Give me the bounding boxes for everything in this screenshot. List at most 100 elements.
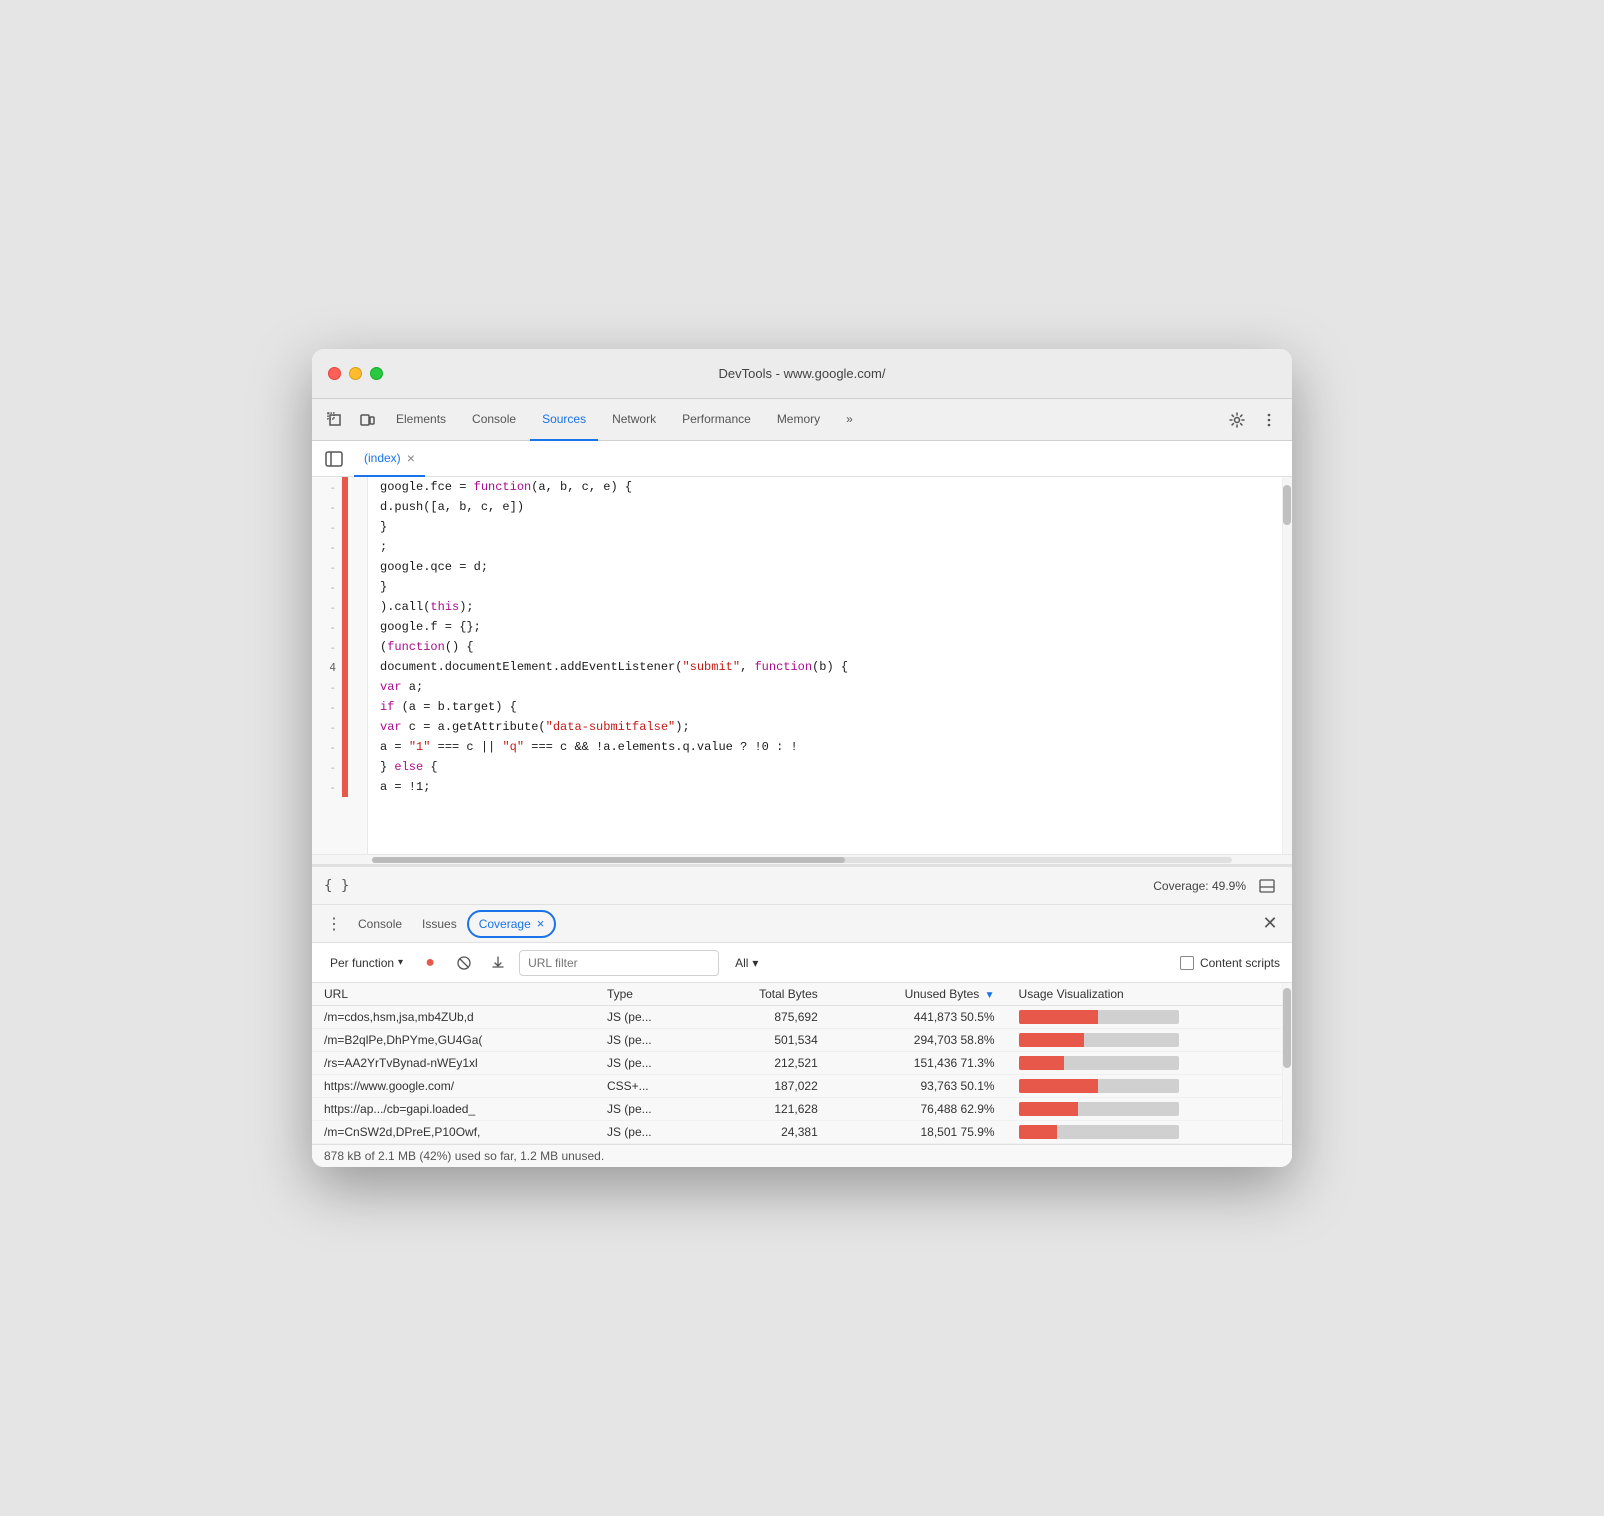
tab-memory[interactable]: Memory <box>765 399 832 441</box>
coverage-header: { } Coverage: 49.9% <box>312 867 1292 905</box>
sort-icon: ▼ <box>985 990 995 1001</box>
drawer-close-icon[interactable]: ✕ <box>1256 910 1284 938</box>
customize-icon[interactable] <box>1254 405 1284 435</box>
table-cell-usage-viz <box>1007 1121 1292 1144</box>
table-row[interactable]: /m=cdos,hsm,jsa,mb4ZUb,dJS (pe...875,692… <box>312 1006 1292 1029</box>
format-icon[interactable]: { } <box>324 878 349 894</box>
table-cell-url: https://www.google.com/ <box>312 1075 595 1098</box>
code-line: (function() { <box>372 637 1272 657</box>
table-cell-unused-bytes: 441,873 50.5% <box>830 1006 1007 1029</box>
usage-bar-used <box>1019 1056 1065 1070</box>
chevron-down-icon: ▾ <box>398 957 403 968</box>
bottom-panel: { } Coverage: 49.9% ⋮ Console Issues <box>312 867 1292 1167</box>
settings-icon[interactable] <box>1222 405 1252 435</box>
tab-console[interactable]: Console <box>460 399 528 441</box>
code-line: google.f = {}; <box>372 617 1272 637</box>
titlebar: DevTools - www.google.com/ <box>312 349 1292 399</box>
code-line: a = !1; <box>372 777 1272 797</box>
download-button[interactable] <box>485 950 511 976</box>
traffic-lights <box>328 367 383 380</box>
drawer-tab-console[interactable]: Console <box>348 905 412 943</box>
window-title: DevTools - www.google.com/ <box>719 366 886 381</box>
usage-bar-container <box>1019 1079 1179 1093</box>
tab-performance[interactable]: Performance <box>670 399 763 441</box>
code-line: document.documentElement.addEventListene… <box>372 657 1272 677</box>
table-cell-url: /rs=AA2YrTvBynad-nWEy1xl <box>312 1052 595 1075</box>
record-button[interactable]: ● <box>417 950 443 976</box>
table-cell-type: JS (pe... <box>595 1006 702 1029</box>
code-line: google.fce = function(a, b, c, e) { <box>372 477 1272 497</box>
coverage-table-wrapper: URL Type Total Bytes Unused Bytes ▼ Usag… <box>312 983 1292 1144</box>
usage-bar-used <box>1019 1125 1058 1139</box>
table-cell-unused-bytes: 76,488 62.9% <box>830 1098 1007 1121</box>
drawer-menu-icon[interactable]: ⋮ <box>320 910 348 938</box>
coverage-table: URL Type Total Bytes Unused Bytes ▼ Usag… <box>312 983 1292 1144</box>
table-row[interactable]: /rs=AA2YrTvBynad-nWEy1xlJS (pe...212,521… <box>312 1052 1292 1075</box>
table-cell-url: /m=B2qlPe,DhPYme,GU4Ga( <box>312 1029 595 1052</box>
devtools-window: DevTools - www.google.com/ Elements Co <box>312 349 1292 1167</box>
sidebar-toggle-icon[interactable] <box>320 445 348 473</box>
content-scripts-checkbox[interactable] <box>1180 956 1194 970</box>
subtab-index[interactable]: (index) × <box>354 441 425 477</box>
maximize-button[interactable] <box>370 367 383 380</box>
table-cell-total-bytes: 501,534 <box>701 1029 829 1052</box>
subtab-close-icon[interactable]: × <box>407 451 415 465</box>
clear-button[interactable] <box>451 950 477 976</box>
drawer-tab-close-icon[interactable]: × <box>537 916 545 931</box>
drawer-tab-issues[interactable]: Issues <box>412 905 467 943</box>
code-line: var a; <box>372 677 1272 697</box>
tab-elements[interactable]: Elements <box>384 399 458 441</box>
table-cell-usage-viz <box>1007 1006 1292 1029</box>
tab-more[interactable]: » <box>834 399 865 441</box>
drawer-tab-coverage[interactable]: Coverage × <box>467 910 557 938</box>
table-cell-total-bytes: 121,628 <box>701 1098 829 1121</box>
col-header-url[interactable]: URL <box>312 983 595 1006</box>
device-toolbar-icon[interactable] <box>352 405 382 435</box>
usage-bar-used <box>1019 1033 1085 1047</box>
usage-bar-used <box>1019 1079 1099 1093</box>
table-cell-unused-bytes: 93,763 50.1% <box>830 1075 1007 1098</box>
table-cell-type: JS (pe... <box>595 1052 702 1075</box>
code-line: a = "1" === c || "q" === c && !a.element… <box>372 737 1272 757</box>
tab-network[interactable]: Network <box>600 399 668 441</box>
table-cell-unused-bytes: 151,436 71.3% <box>830 1052 1007 1075</box>
open-coverage-full-icon[interactable] <box>1254 873 1280 899</box>
tab-sources[interactable]: Sources <box>530 399 598 441</box>
devtools-body: Elements Console Sources Network Perform… <box>312 399 1292 1167</box>
status-bar: 878 kB of 2.1 MB (42%) used so far, 1.2 … <box>312 1144 1292 1167</box>
usage-bar-container <box>1019 1033 1179 1047</box>
col-header-unused-bytes[interactable]: Unused Bytes ▼ <box>830 983 1007 1006</box>
code-line: if (a = b.target) { <box>372 697 1272 717</box>
table-cell-total-bytes: 187,022 <box>701 1075 829 1098</box>
table-row[interactable]: /m=B2qlPe,DhPYme,GU4Ga(JS (pe...501,5342… <box>312 1029 1292 1052</box>
table-row[interactable]: https://ap.../cb=gapi.loaded_JS (pe...12… <box>312 1098 1292 1121</box>
table-cell-usage-viz <box>1007 1029 1292 1052</box>
table-cell-unused-bytes: 294,703 58.8% <box>830 1029 1007 1052</box>
table-header-row: URL Type Total Bytes Unused Bytes ▼ Usag… <box>312 983 1292 1006</box>
drawer-tabs: ⋮ Console Issues Coverage × ✕ <box>312 905 1292 943</box>
filter-type-select[interactable]: All ▾ <box>727 953 766 973</box>
code-line: ).call(this); <box>372 597 1272 617</box>
col-header-total-bytes[interactable]: Total Bytes <box>701 983 829 1006</box>
usage-bar-used <box>1019 1102 1078 1116</box>
table-cell-usage-viz <box>1007 1075 1292 1098</box>
code-line: var c = a.getAttribute("data-submitfalse… <box>372 717 1272 737</box>
table-cell-url: https://ap.../cb=gapi.loaded_ <box>312 1098 595 1121</box>
table-cell-unused-bytes: 18,501 75.9% <box>830 1121 1007 1144</box>
col-header-usage-viz[interactable]: Usage Visualization <box>1007 983 1292 1006</box>
url-filter-input[interactable] <box>519 950 719 976</box>
table-row[interactable]: https://www.google.com/CSS+...187,02293,… <box>312 1075 1292 1098</box>
table-cell-usage-viz <box>1007 1052 1292 1075</box>
col-header-type[interactable]: Type <box>595 983 702 1006</box>
table-cell-type: JS (pe... <box>595 1029 702 1052</box>
status-text: 878 kB of 2.1 MB (42%) used so far, 1.2 … <box>324 1149 604 1163</box>
close-button[interactable] <box>328 367 341 380</box>
inspect-element-icon[interactable] <box>320 405 350 435</box>
filter-chevron-icon: ▾ <box>752 956 758 970</box>
table-cell-type: JS (pe... <box>595 1098 702 1121</box>
table-cell-type: JS (pe... <box>595 1121 702 1144</box>
minimize-button[interactable] <box>349 367 362 380</box>
table-row[interactable]: /m=CnSW2d,DPreE,P10Owf,JS (pe...24,38118… <box>312 1121 1292 1144</box>
table-cell-url: /m=cdos,hsm,jsa,mb4ZUb,d <box>312 1006 595 1029</box>
per-function-button[interactable]: Per function ▾ <box>324 953 409 973</box>
